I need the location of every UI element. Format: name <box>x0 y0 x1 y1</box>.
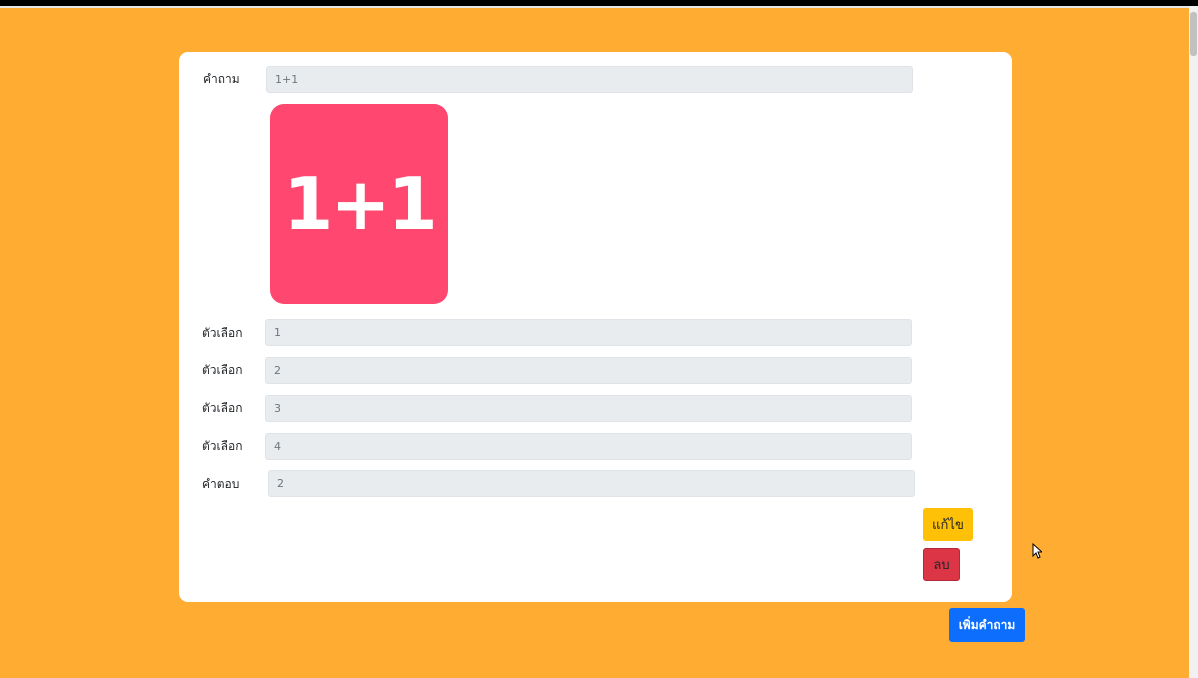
mouse-pointer-icon <box>1032 543 1042 559</box>
question-card: คำถาม 1+1 ตัวเลือก ตัวเลือก ตัวเลือก ตัว… <box>179 52 1012 602</box>
choice-2-input[interactable] <box>265 357 912 384</box>
answer-label: คำตอบ <box>202 477 240 491</box>
edit-button[interactable]: แก้ไข <box>923 508 973 541</box>
add-question-button[interactable]: เพิ่มคำถาม <box>949 608 1025 642</box>
question-label: คำถาม <box>203 72 240 86</box>
page-scrollbar[interactable] <box>1189 6 1198 678</box>
question-input[interactable] <box>266 66 913 93</box>
choice-4-input[interactable] <box>265 433 912 460</box>
choice-3-label: ตัวเลือก <box>202 401 243 415</box>
question-image-text: 1+1 <box>283 162 438 246</box>
delete-button[interactable]: ลบ <box>923 548 960 581</box>
choice-4-label: ตัวเลือก <box>202 439 243 453</box>
choice-1-input[interactable] <box>265 319 912 346</box>
page-background: คำถาม 1+1 ตัวเลือก ตัวเลือก ตัวเลือก ตัว… <box>0 6 1189 678</box>
scrollbar-thumb[interactable] <box>1190 12 1197 56</box>
choice-3-input[interactable] <box>265 395 912 422</box>
answer-input[interactable] <box>268 470 915 497</box>
question-image: 1+1 <box>270 104 448 304</box>
choice-1-label: ตัวเลือก <box>202 326 243 340</box>
choice-2-label: ตัวเลือก <box>202 363 243 377</box>
